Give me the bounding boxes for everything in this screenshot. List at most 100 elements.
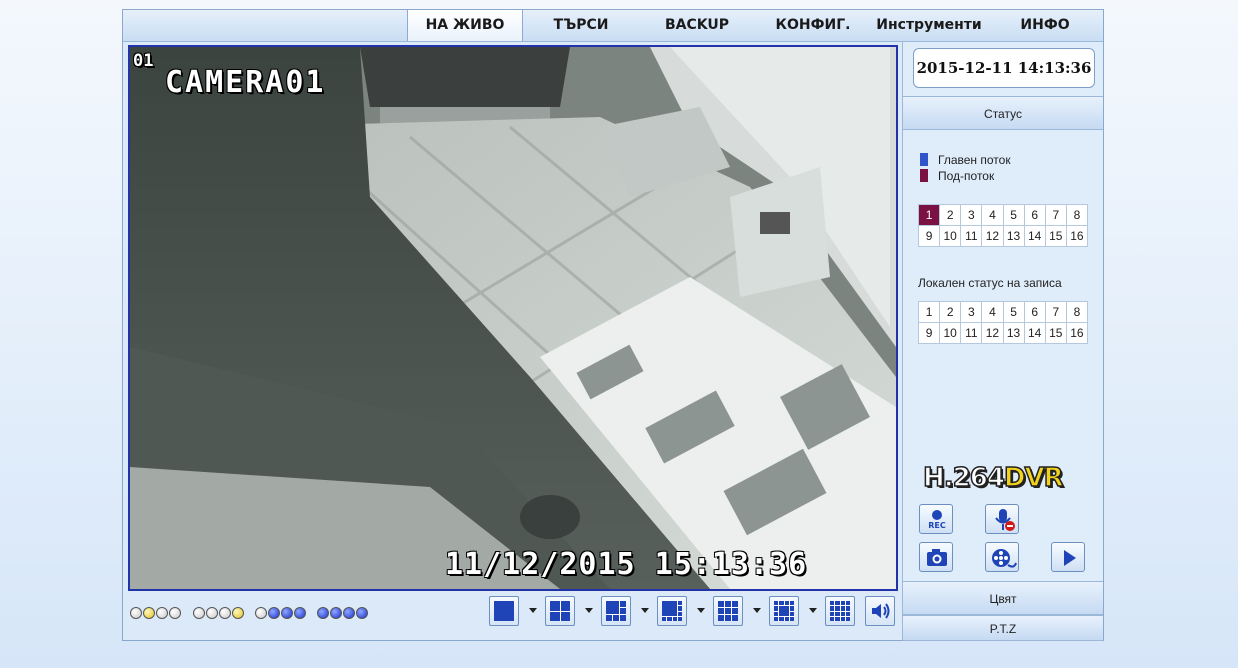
layout-16-button[interactable] bbox=[825, 596, 855, 626]
record-channel-cell[interactable]: 11 bbox=[960, 322, 983, 344]
stream-channel-cell[interactable]: 2 bbox=[939, 204, 962, 226]
channel-indicator-12 bbox=[294, 607, 306, 619]
record-channel-cell[interactable]: 8 bbox=[1065, 301, 1089, 323]
channel-indicator-11 bbox=[281, 607, 293, 619]
layout-6-button[interactable] bbox=[601, 596, 631, 626]
layout-9-button[interactable] bbox=[713, 596, 743, 626]
channel-indicator-15 bbox=[343, 607, 355, 619]
main-stream-swatch bbox=[920, 153, 928, 166]
record-channel-cell[interactable]: 10 bbox=[939, 322, 962, 344]
stream-channel-cell[interactable]: 11 bbox=[960, 225, 983, 247]
layout-1-button[interactable] bbox=[489, 596, 519, 626]
snapshot-button[interactable] bbox=[919, 542, 953, 572]
system-clock: 2015-12-11 14:13:36 bbox=[913, 48, 1095, 88]
stream-channel-cell[interactable]: 14 bbox=[1023, 225, 1046, 247]
stream-channel-cell[interactable]: 3 bbox=[960, 204, 983, 226]
channel-number-overlay: 01 bbox=[133, 51, 154, 71]
record-channel-cell[interactable]: 6 bbox=[1023, 301, 1046, 323]
audio-button[interactable] bbox=[865, 596, 895, 626]
record-channel-cell[interactable]: 2 bbox=[939, 301, 962, 323]
stream-channel-row: 9 10 11 12 13 14 15 16 bbox=[917, 225, 1089, 247]
stream-channel-cell[interactable]: 8 bbox=[1065, 204, 1089, 226]
record-channel-row: 9 10 11 12 13 14 15 16 bbox=[917, 322, 1089, 344]
layout-4-button[interactable] bbox=[545, 596, 575, 626]
channel-indicator-9 bbox=[255, 607, 267, 619]
layout-9-dropdown-arrow[interactable] bbox=[753, 608, 761, 613]
record-channel-cell[interactable]: 12 bbox=[981, 322, 1004, 344]
stream-channel-cell[interactable]: 16 bbox=[1065, 225, 1089, 247]
tab-live[interactable]: НА ЖИВО bbox=[407, 10, 523, 41]
camera-image bbox=[130, 47, 896, 589]
channel-indicator-3 bbox=[156, 607, 168, 619]
stream-channel-cell[interactable]: 10 bbox=[939, 225, 962, 247]
layout-13-button[interactable] bbox=[769, 596, 799, 626]
stream-channel-cell[interactable]: 4 bbox=[981, 204, 1004, 226]
record-icon bbox=[932, 510, 942, 520]
record-status-label: Локален статус на записа bbox=[918, 276, 1062, 290]
layout-8-dropdown-arrow[interactable] bbox=[697, 608, 705, 613]
logo-h264: H.264 bbox=[922, 462, 1005, 494]
stream-channel-cell[interactable]: 6 bbox=[1023, 204, 1046, 226]
speaker-icon bbox=[872, 603, 890, 619]
main-stream-label: Главен поток bbox=[938, 153, 1011, 167]
record-channel-cell[interactable]: 9 bbox=[917, 322, 941, 344]
stream-channel-cell[interactable]: 13 bbox=[1002, 225, 1025, 247]
stream-channel-cell[interactable]: 12 bbox=[981, 225, 1004, 247]
camera-icon bbox=[927, 549, 947, 566]
record-channel-cell[interactable]: 4 bbox=[981, 301, 1004, 323]
record-button[interactable]: REC bbox=[919, 504, 953, 534]
camera-name-overlay: CAMERA01 bbox=[165, 65, 326, 100]
channel-indicator-2 bbox=[143, 607, 155, 619]
tab-search[interactable]: ТЪРСИ bbox=[523, 10, 639, 41]
channel-indicator-10 bbox=[268, 607, 280, 619]
logo-dvr: DVR bbox=[1003, 462, 1064, 494]
h264-dvr-logo: H.264DVR bbox=[922, 462, 1064, 494]
layout-6-dropdown-arrow[interactable] bbox=[641, 608, 649, 613]
record-channel-cell[interactable]: 15 bbox=[1044, 322, 1067, 344]
layout-1-dropdown-arrow[interactable] bbox=[529, 608, 537, 613]
timestamp-overlay: 11/12/2015 15:13:36 bbox=[445, 547, 808, 582]
stream-channel-cell[interactable]: 15 bbox=[1044, 225, 1067, 247]
microphone-button[interactable] bbox=[985, 504, 1019, 534]
tab-backup[interactable]: BACKUP bbox=[639, 10, 755, 41]
channel-indicator-7 bbox=[219, 607, 231, 619]
stream-channel-cell[interactable]: 7 bbox=[1044, 204, 1067, 226]
record-channel-cell[interactable]: 16 bbox=[1065, 322, 1089, 344]
tab-config[interactable]: КОНФИГ. bbox=[755, 10, 871, 41]
channel-indicator-16 bbox=[356, 607, 368, 619]
tab-tools[interactable]: Инструменти bbox=[871, 10, 987, 41]
record-channel-cell[interactable]: 13 bbox=[1002, 322, 1025, 344]
top-navigation-bar: НА ЖИВО ТЪРСИ BACKUP КОНФИГ. Инструменти… bbox=[123, 10, 1103, 42]
stream-channel-cell[interactable]: 1 bbox=[917, 204, 941, 226]
sub-stream-swatch bbox=[920, 169, 928, 182]
layout-8-button[interactable] bbox=[657, 596, 687, 626]
channel-indicator-6 bbox=[206, 607, 218, 619]
record-channel-cell[interactable]: 1 bbox=[917, 301, 941, 323]
stream-channel-cell[interactable]: 9 bbox=[917, 225, 941, 247]
ptz-section-header[interactable]: P.T.Z bbox=[903, 615, 1103, 641]
record-channel-cell[interactable]: 7 bbox=[1044, 301, 1067, 323]
local-record-button[interactable] bbox=[985, 542, 1019, 572]
record-channel-cell[interactable]: 14 bbox=[1023, 322, 1046, 344]
right-panel: 2015-12-11 14:13:36 Статус Главен поток … bbox=[902, 42, 1103, 641]
live-video-view[interactable]: 01 CAMERA01 11/12/2015 15:13:36 bbox=[128, 45, 898, 591]
stream-channel-grid: 1 2 3 4 5 6 7 8 9 10 11 12 13 14 15 16 bbox=[917, 204, 1089, 247]
tab-info[interactable]: ИНФО bbox=[987, 10, 1103, 41]
bottom-toolbar bbox=[123, 593, 901, 641]
channel-indicator-5 bbox=[193, 607, 205, 619]
channel-indicator-14 bbox=[330, 607, 342, 619]
layout-13-dropdown-arrow[interactable] bbox=[809, 608, 817, 613]
channel-indicator-4 bbox=[169, 607, 181, 619]
layout-4-dropdown-arrow[interactable] bbox=[585, 608, 593, 613]
status-section-header[interactable]: Статус bbox=[903, 96, 1103, 130]
sub-stream-label: Под-поток bbox=[938, 169, 995, 183]
channel-indicator-8 bbox=[232, 607, 244, 619]
record-channel-cell[interactable]: 5 bbox=[1002, 301, 1025, 323]
legend-sub-stream: Под-поток bbox=[920, 169, 994, 183]
color-section-header[interactable]: Цвят bbox=[903, 581, 1103, 615]
play-button[interactable] bbox=[1051, 542, 1085, 572]
record-channel-cell[interactable]: 3 bbox=[960, 301, 983, 323]
stream-channel-cell[interactable]: 5 bbox=[1002, 204, 1025, 226]
channel-indicator-13 bbox=[317, 607, 329, 619]
record-channel-row: 12345678 bbox=[917, 301, 1089, 323]
